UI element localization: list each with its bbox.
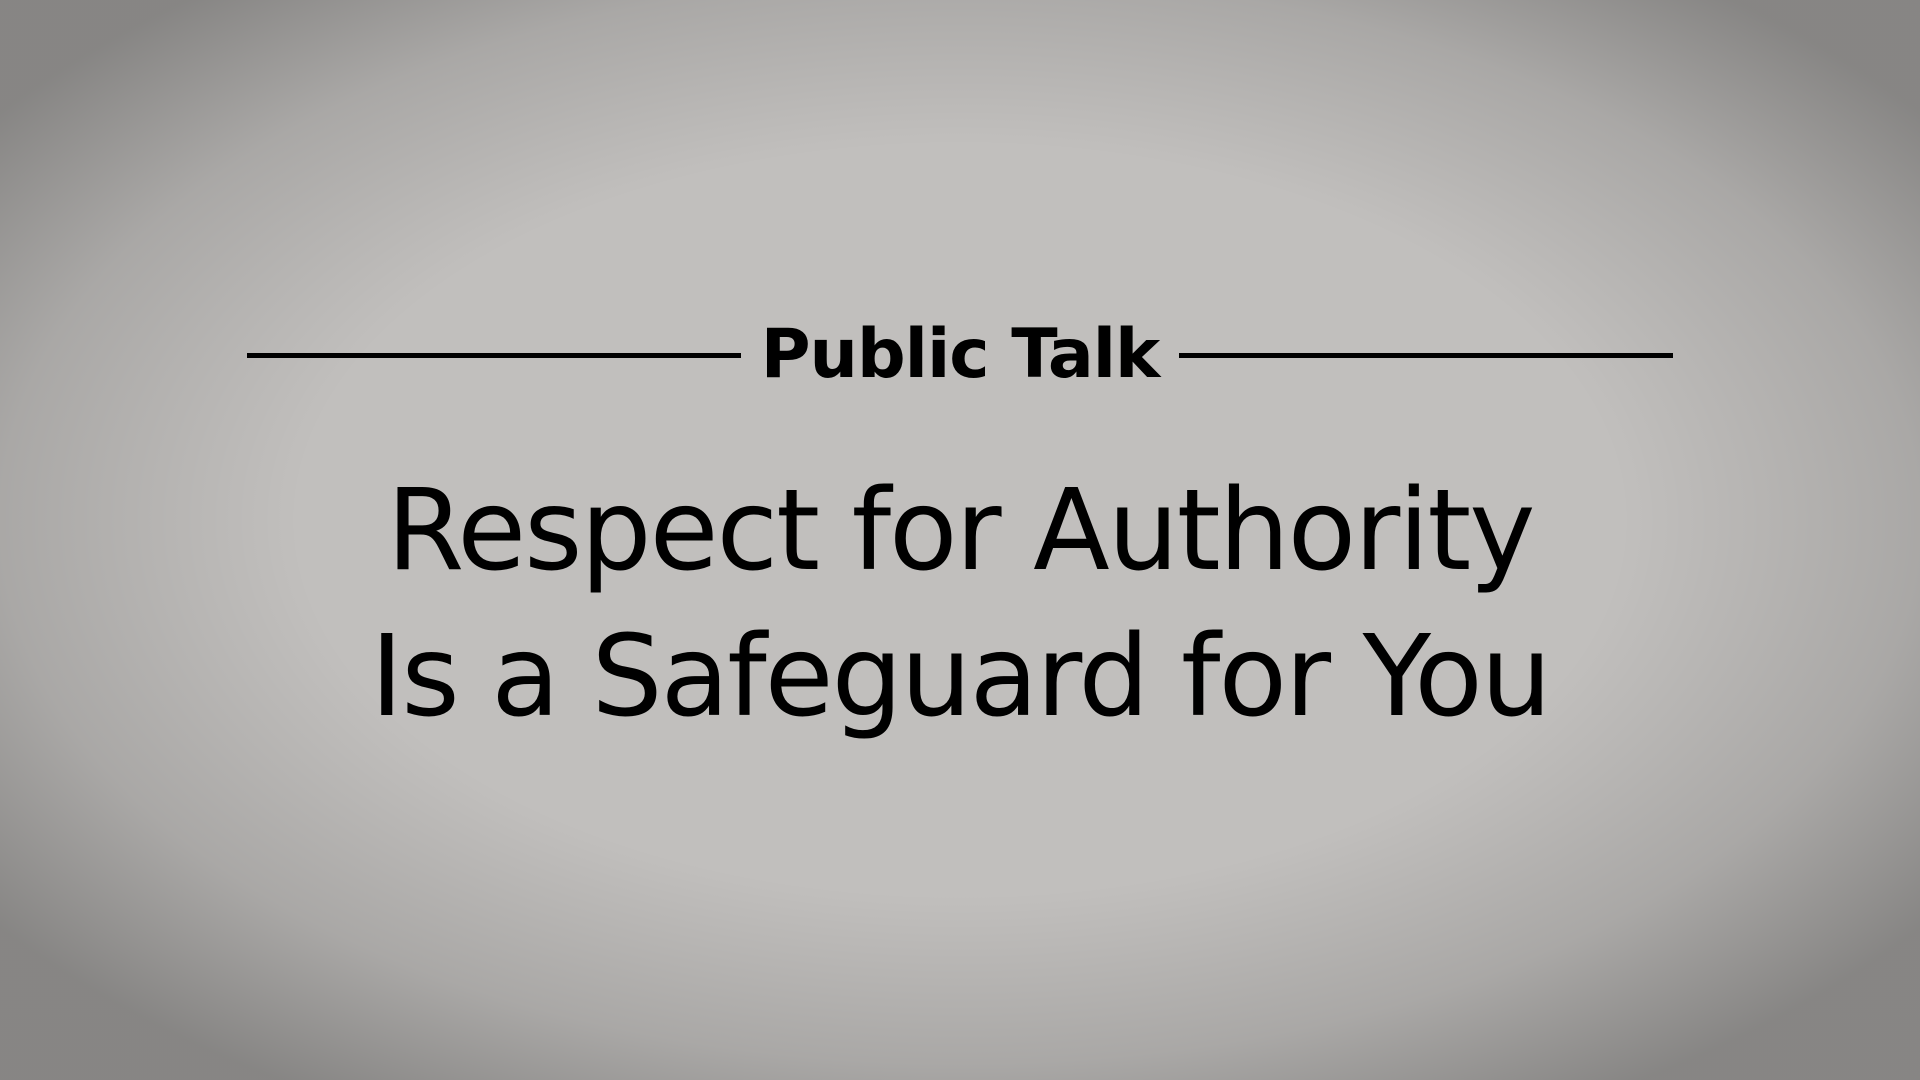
slide-label: Public Talk (760, 315, 1161, 394)
label-row: Public Talk (0, 315, 1920, 395)
left-divider-line (247, 353, 741, 358)
title-line-2: Is a Safeguard for You (370, 612, 1551, 742)
slide-title: Respect for Authority Is a Safeguard for… (0, 458, 1920, 750)
title-line-1: Respect for Authority (386, 466, 1535, 596)
right-divider-line (1179, 353, 1673, 358)
